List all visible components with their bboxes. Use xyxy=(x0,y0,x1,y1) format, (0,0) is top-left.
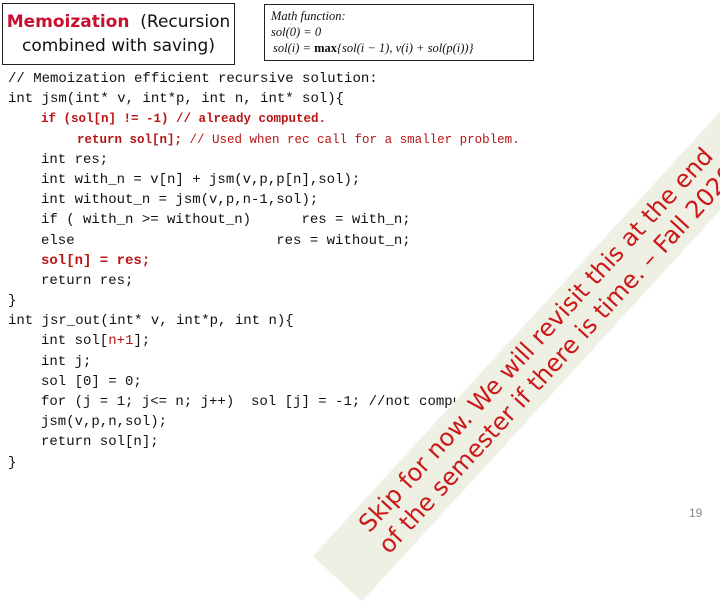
code-line-highlight: if (sol[n] != -1) // already computed. xyxy=(41,112,327,127)
code-line: int jsr_out(int* v, int*p, int n){ xyxy=(8,313,294,330)
math-base-case: sol(0) = 0 xyxy=(271,25,322,39)
code-token: ]; xyxy=(133,333,151,350)
code-line: int without_n = jsm(v,p,n-1,sol); xyxy=(41,192,319,209)
code-line-highlight: return sol[n]; // Used when rec call for… xyxy=(8,130,520,150)
code-line: return res; xyxy=(41,272,134,289)
code-line: if ( with_n >= without_n) res = with_n; xyxy=(41,212,411,229)
code-line-highlight: sol[n] = res; xyxy=(41,252,151,269)
code-line: int sol[n+1]; xyxy=(8,331,520,351)
code-line: // Memoization efficient recursive solut… xyxy=(8,71,378,87)
code-block: // Memoization efficient recursive solut… xyxy=(8,69,520,473)
code-line: int with_n = v[n] + jsm(v,p,p[n],sol); xyxy=(41,171,361,188)
math-recurrence: sol(i) = max{sol(i − 1), v(i) + sol(p(i)… xyxy=(271,40,527,56)
code-token-highlight: n+1 xyxy=(108,333,134,350)
page-number: 19 xyxy=(689,506,703,520)
math-max: max xyxy=(314,41,337,55)
code-line: for (j = 1; j<= n; j++) sol [j] = -1; //… xyxy=(41,394,487,410)
title-rest: (Recursion xyxy=(140,12,231,32)
code-return-memo: return sol[n]; xyxy=(77,132,183,147)
math-recurrence-rhs: {sol(i − 1), v(i) + sol(p(i))} xyxy=(337,41,474,55)
code-token: int sol[ xyxy=(41,333,109,350)
title-accent: Memoization xyxy=(6,12,130,32)
slide-title-box: Memoization (Recursion combined with sav… xyxy=(2,3,235,65)
code-line: else res = without_n; xyxy=(41,232,411,249)
code-line: sol [0] = 0; xyxy=(41,373,142,390)
code-line: int jsm(int* v, int*p, int n, int* sol){ xyxy=(8,91,345,108)
math-heading: Math function: xyxy=(271,9,346,23)
code-comment: // Used when rec call for a smaller prob… xyxy=(182,132,520,147)
math-function-box: Math function: sol(0) = 0 sol(i) = max{s… xyxy=(264,4,534,61)
title-line-1: Memoization (Recursion xyxy=(3,10,234,34)
title-line-2: combined with saving) xyxy=(22,36,215,56)
code-line: } xyxy=(8,293,17,310)
math-recurrence-lhs: sol(i) = xyxy=(273,41,315,55)
code-line: int res; xyxy=(41,151,109,168)
code-line: int j; xyxy=(41,353,92,370)
